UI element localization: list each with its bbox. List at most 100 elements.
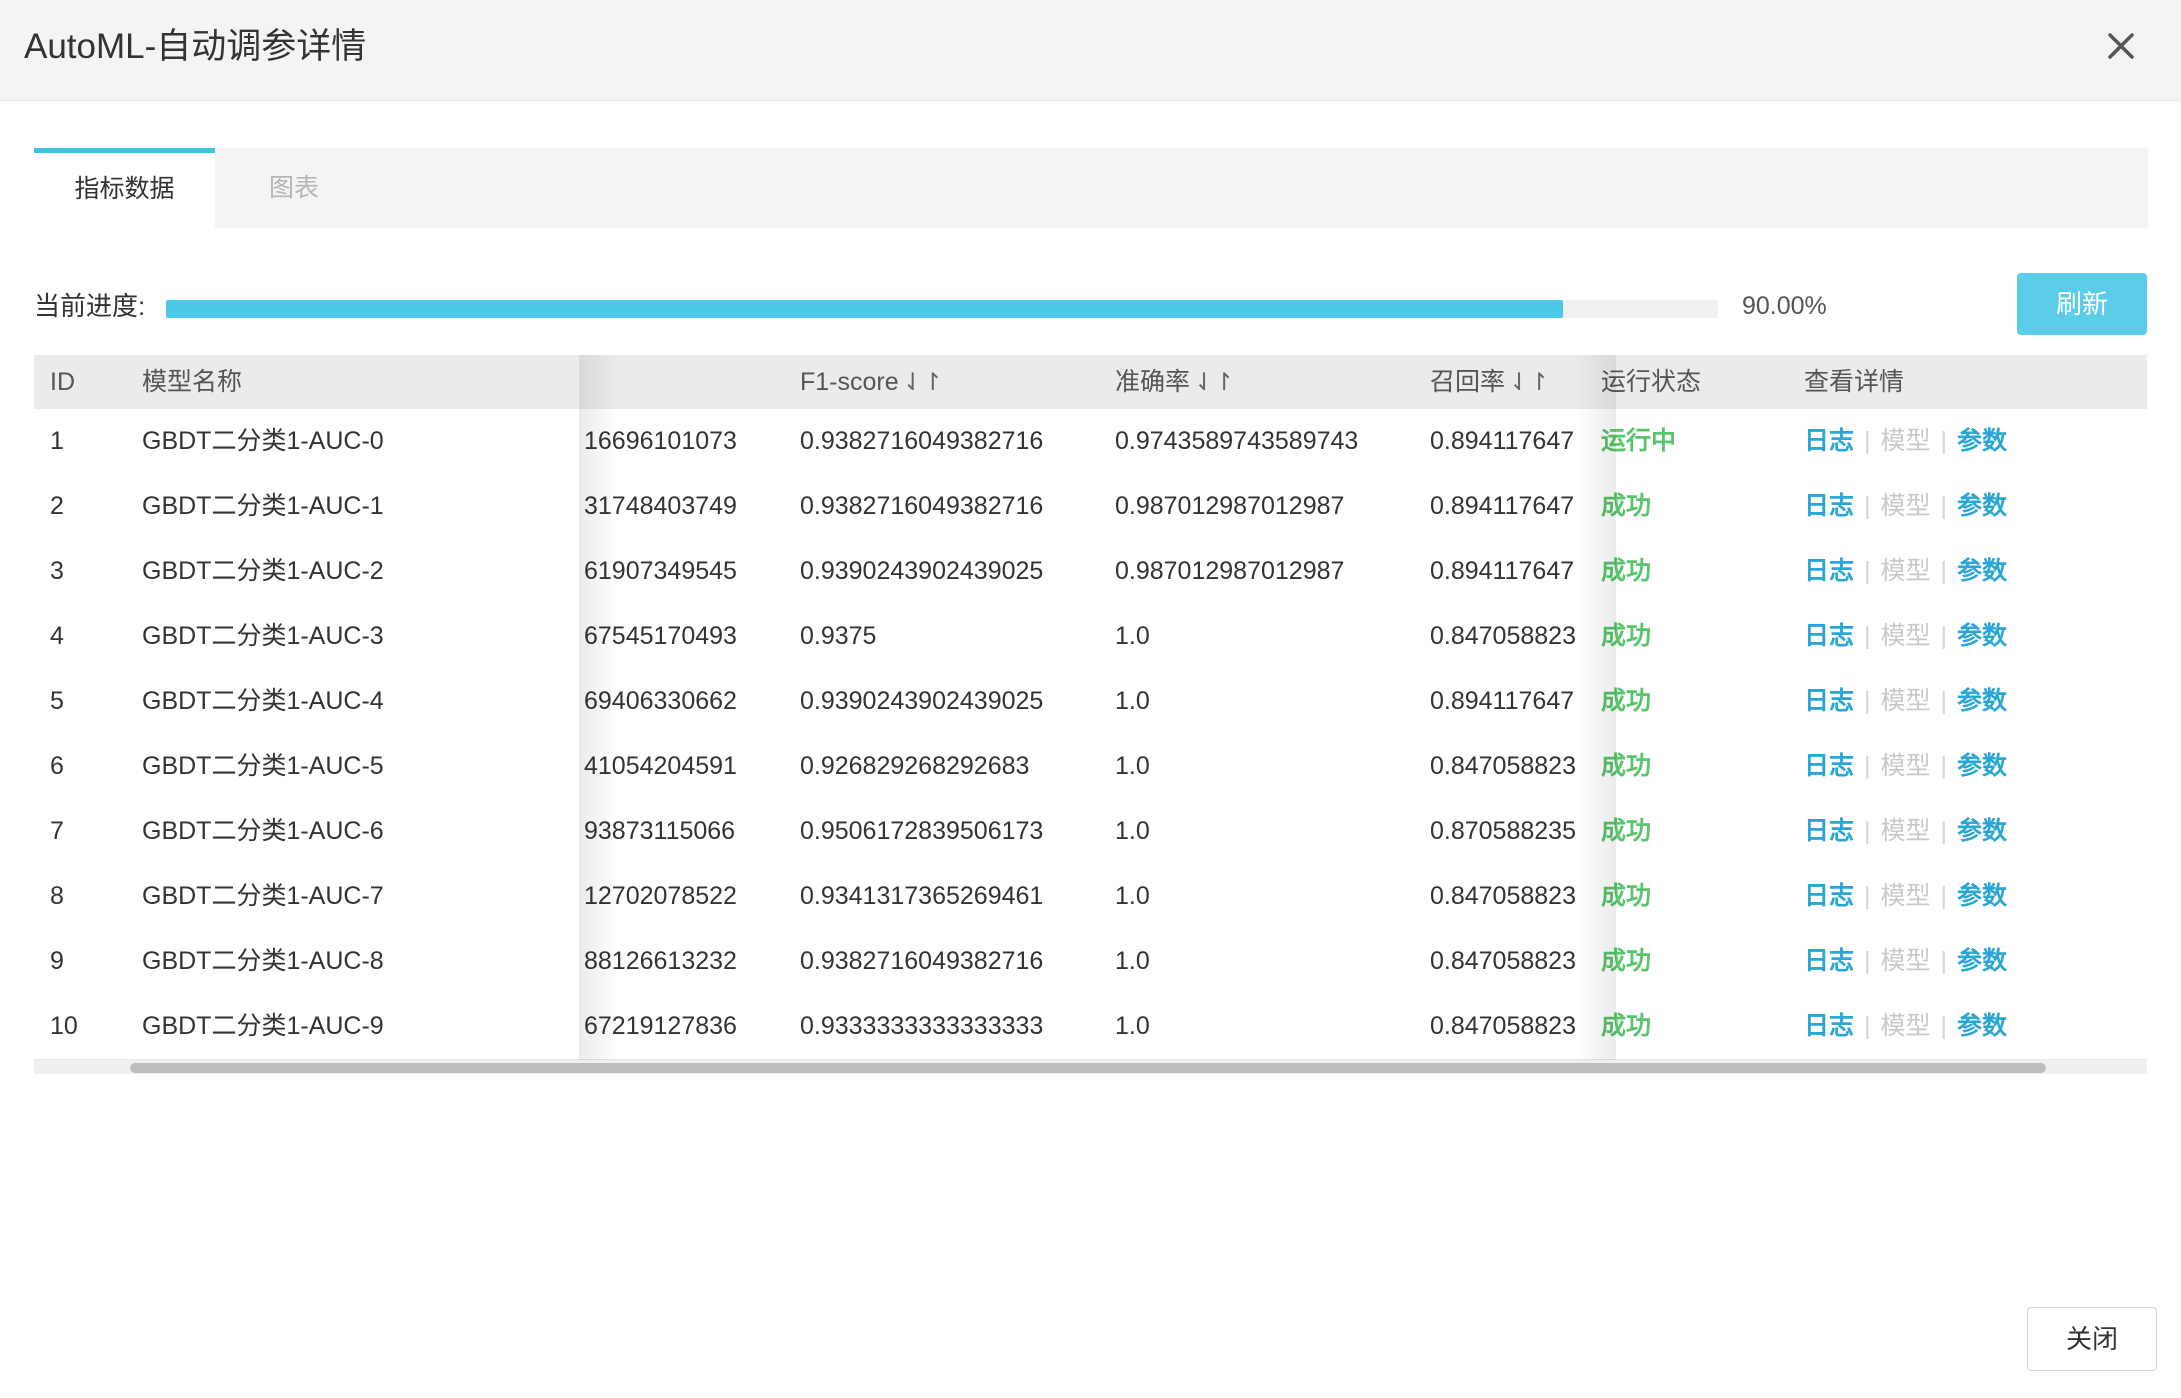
separator: | <box>1864 882 1871 910</box>
column-header-accuracy[interactable]: 准确率 ⇃↾ <box>1115 355 1234 409</box>
model-link: 模型 <box>1880 492 1931 520</box>
log-link[interactable]: 日志 <box>1804 492 1854 520</box>
cell-recall: 0.894117647 <box>1430 427 1575 455</box>
cell-accuracy: 0.9743589743589743 <box>1115 427 1359 455</box>
tab-metrics[interactable]: 指标数据 <box>34 148 215 228</box>
params-link[interactable]: 参数 <box>1957 947 2007 975</box>
cell-recall: 0.894117647 <box>1430 492 1575 520</box>
log-link[interactable]: 日志 <box>1804 882 1854 910</box>
cell-model-name: GBDT二分类1-AUC-2 <box>142 557 384 585</box>
table-row: 2 GBDT二分类1-AUC-1 31748403749 0.938271604938… <box>34 474 2147 540</box>
cell-auc: 41054204591 <box>584 752 737 780</box>
log-link[interactable]: 日志 <box>1804 427 1854 455</box>
cell-accuracy: 1.0 <box>1115 947 1150 975</box>
model-link: 模型 <box>1880 817 1931 845</box>
separator: | <box>1864 427 1871 455</box>
column-header-details: 查看详情 <box>1804 368 1905 396</box>
cell-recall: 0.847058823 <box>1430 752 1576 780</box>
close-button[interactable]: 关闭 <box>2027 1307 2157 1371</box>
cell-actions: 日志 | 模型 | 参数 <box>1804 539 2124 604</box>
cell-actions: 日志 | 模型 | 参数 <box>1804 474 2124 539</box>
log-link[interactable]: 日志 <box>1804 817 1854 845</box>
scrollbar-thumb[interactable] <box>130 1063 2046 1073</box>
column-header-recall[interactable]: 召回率 ⇃↾ <box>1430 355 1549 409</box>
table-row: 10 GBDT二分类1-AUC-9 67219127836 0.93333333333… <box>34 994 2147 1060</box>
cell-actions: 日志 | 模型 | 参数 <box>1804 734 2124 799</box>
cell-model-name: GBDT二分类1-AUC-8 <box>142 947 384 975</box>
cell-auc: 69406330662 <box>584 687 737 715</box>
column-header-status: 运行状态 <box>1601 368 1702 396</box>
cell-accuracy: 1.0 <box>1115 752 1150 780</box>
tab-bar: 指标数据 图表 <box>34 148 2148 228</box>
cell-auc: 61907349545 <box>584 557 737 585</box>
cell-id: 8 <box>50 882 64 910</box>
model-link: 模型 <box>1880 752 1931 780</box>
cell-accuracy: 0.987012987012987 <box>1115 492 1345 520</box>
params-link[interactable]: 参数 <box>1957 687 2007 715</box>
params-link[interactable]: 参数 <box>1957 1012 2007 1040</box>
cell-status: 成功 <box>1601 882 1652 910</box>
table-header: ID 模型名称 F1-score ⇃↾ 准确率 ⇃↾ 召回率 ⇃↾ 运行状态 查看详情 <box>34 355 2147 409</box>
params-link[interactable]: 参数 <box>1957 427 2007 455</box>
cell-model-name: GBDT二分类1-AUC-7 <box>142 882 384 910</box>
cell-actions: 日志 | 模型 | 参数 <box>1804 799 2124 864</box>
cell-id: 4 <box>50 622 64 650</box>
cell-accuracy: 0.987012987012987 <box>1115 557 1345 585</box>
cell-f1-score: 0.9375 <box>800 622 877 650</box>
params-link[interactable]: 参数 <box>1957 557 2007 585</box>
model-link: 模型 <box>1880 947 1931 975</box>
cell-actions: 日志 | 模型 | 参数 <box>1804 669 2124 734</box>
separator: | <box>1864 557 1871 585</box>
cell-f1-score: 0.9390243902439025 <box>800 687 1044 715</box>
cell-f1-score: 0.9382716049382716 <box>800 427 1044 455</box>
params-link[interactable]: 参数 <box>1957 622 2007 650</box>
model-link: 模型 <box>1880 1012 1931 1040</box>
separator: | <box>1864 947 1871 975</box>
separator: | <box>1940 752 1948 780</box>
cell-auc: 12702078522 <box>584 882 737 910</box>
tab-chart[interactable]: 图表 <box>215 148 373 228</box>
cell-status: 成功 <box>1601 557 1652 585</box>
cell-recall: 0.847058823 <box>1430 947 1576 975</box>
model-link: 模型 <box>1880 557 1931 585</box>
cell-accuracy: 1.0 <box>1115 882 1150 910</box>
column-header-f1[interactable]: F1-score ⇃↾ <box>800 355 943 409</box>
cell-f1-score: 0.9382716049382716 <box>800 492 1044 520</box>
cell-model-name: GBDT二分类1-AUC-9 <box>142 1012 384 1040</box>
cell-auc: 67219127836 <box>584 1012 737 1040</box>
log-link[interactable]: 日志 <box>1804 752 1854 780</box>
table-row: 6 GBDT二分类1-AUC-5 41054204591 0.926829268292… <box>34 734 2147 800</box>
cell-id: 10 <box>50 1012 78 1040</box>
log-link[interactable]: 日志 <box>1804 557 1854 585</box>
cell-id: 3 <box>50 557 64 585</box>
params-link[interactable]: 参数 <box>1957 817 2007 845</box>
cell-f1-score: 0.9390243902439025 <box>800 557 1044 585</box>
cell-recall: 0.847058823 <box>1430 882 1576 910</box>
params-link[interactable]: 参数 <box>1957 492 2007 520</box>
separator: | <box>1864 752 1871 780</box>
cell-actions: 日志 | 模型 | 参数 <box>1804 929 2124 994</box>
sort-icon[interactable]: ⇃↾ <box>1509 369 1549 396</box>
refresh-button[interactable]: 刷新 <box>2017 273 2147 335</box>
close-icon[interactable] <box>2097 22 2145 70</box>
cell-model-name: GBDT二分类1-AUC-3 <box>142 622 384 650</box>
sort-icon[interactable]: ⇃↾ <box>903 369 943 396</box>
model-link: 模型 <box>1880 687 1931 715</box>
log-link[interactable]: 日志 <box>1804 622 1854 650</box>
table-row: 3 GBDT二分类1-AUC-2 61907349545 0.939024390243… <box>34 539 2147 605</box>
table-row: 8 GBDT二分类1-AUC-7 12702078522 0.934131736526… <box>34 864 2147 930</box>
log-link[interactable]: 日志 <box>1804 1012 1854 1040</box>
separator: | <box>1940 557 1948 585</box>
log-link[interactable]: 日志 <box>1804 947 1854 975</box>
cell-status: 成功 <box>1601 687 1652 715</box>
sort-icon[interactable]: ⇃↾ <box>1194 369 1234 396</box>
params-link[interactable]: 参数 <box>1957 882 2007 910</box>
log-link[interactable]: 日志 <box>1804 687 1854 715</box>
cell-id: 5 <box>50 687 64 715</box>
horizontal-scrollbar[interactable] <box>34 1060 2147 1074</box>
table-row: 9 GBDT二分类1-AUC-8 88126613232 0.938271604938… <box>34 929 2147 995</box>
params-link[interactable]: 参数 <box>1957 752 2007 780</box>
model-link: 模型 <box>1880 882 1931 910</box>
progress-percent: 90.00% <box>1742 292 1827 320</box>
progress-bar <box>166 300 1718 318</box>
